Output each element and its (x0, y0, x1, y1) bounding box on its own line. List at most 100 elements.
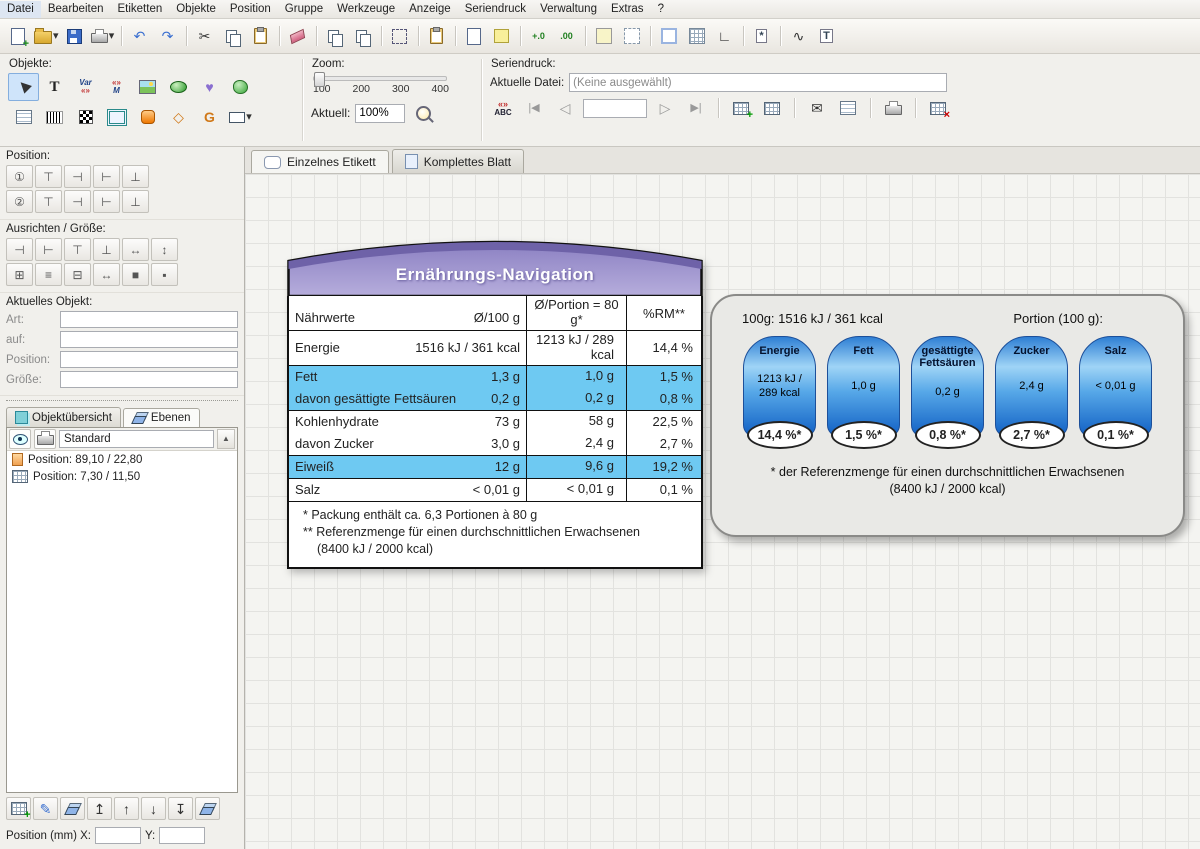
barcode-tool-button[interactable] (39, 103, 70, 131)
merge-edit-button[interactable] (835, 95, 861, 121)
grid-toggle-button[interactable] (684, 23, 710, 49)
variable-insert-button[interactable]: * (749, 23, 775, 49)
layers-scroll-up-button[interactable]: ▲ (217, 429, 235, 449)
variable-text-tool-button[interactable]: Var«» (70, 73, 101, 101)
align-top-button[interactable]: ⊤ (64, 238, 91, 261)
copy-button[interactable] (220, 23, 246, 49)
menu-anzeige[interactable]: Anzeige (402, 1, 458, 18)
record-number-input[interactable] (583, 99, 647, 118)
position-align-button[interactable]: ⊥ (122, 165, 149, 188)
distribute-h-button[interactable]: ↔ (93, 263, 120, 286)
form-tool-button[interactable] (8, 103, 39, 131)
align-center-v-button[interactable]: ↕ (151, 238, 178, 261)
auf-input[interactable] (60, 331, 238, 348)
tab-einzelnes-etikett[interactable]: Einzelnes Etikett (251, 150, 389, 173)
object-position-input[interactable] (60, 351, 238, 368)
first-record-button[interactable]: |◀ (521, 95, 547, 121)
position-x-input[interactable] (95, 827, 141, 844)
position-mode2-button[interactable]: ② (6, 190, 33, 213)
same-size-button[interactable]: ⊞ (6, 263, 33, 286)
menu-objekte[interactable]: Objekte (169, 1, 223, 18)
image-tool-button[interactable] (132, 73, 163, 101)
undo-button[interactable]: ↶ (127, 23, 153, 49)
menu-werkzeuge[interactable]: Werkzeuge (330, 1, 402, 18)
current-file-input[interactable] (569, 73, 947, 92)
heart-tool-button[interactable]: ♥ (194, 73, 225, 101)
art-input[interactable] (60, 311, 238, 328)
position-y-input[interactable] (159, 827, 205, 844)
tab-komplettes-blatt[interactable]: Komplettes Blatt (392, 149, 524, 173)
align-left-button[interactable]: ⊣ (6, 238, 33, 261)
design-canvas[interactable]: Ernährungs-Navigation Nährwerte Ø/100 g … (245, 174, 1200, 849)
same-height-button[interactable]: ≡ (35, 263, 62, 286)
tab-ebenen[interactable]: Ebenen (123, 408, 200, 427)
open-button[interactable]: ▾ (33, 23, 60, 49)
position-mode1-button[interactable]: ① (6, 165, 33, 188)
tab-objektubersicht[interactable]: Objektübersicht (6, 407, 121, 427)
polyline-button[interactable]: ∿ (786, 23, 812, 49)
edit-layer-button[interactable]: ✎ (33, 797, 58, 820)
datasource-table-button[interactable] (759, 95, 785, 121)
edit-document-button[interactable] (461, 23, 487, 49)
layer-properties-button[interactable] (60, 797, 85, 820)
duplicate-button[interactable] (322, 23, 348, 49)
menu-help[interactable]: ? (651, 1, 671, 18)
redo-button[interactable]: ↷ (155, 23, 181, 49)
menu-bearbeiten[interactable]: Bearbeiten (41, 1, 111, 18)
layer-print-button[interactable] (34, 429, 56, 449)
send-to-back-button[interactable]: ↧ (168, 797, 193, 820)
object-size-input[interactable] (60, 371, 238, 388)
nutrition-label-object[interactable]: Ernährungs-Navigation Nährwerte Ø/100 g … (287, 238, 703, 569)
menu-seriendruck[interactable]: Seriendruck (458, 1, 533, 18)
ruler-button[interactable]: ∟ (712, 23, 738, 49)
rectangle-tool-button[interactable]: ▾ (225, 103, 256, 131)
frame-tool-button[interactable] (101, 103, 132, 131)
add-datasource-button[interactable] (728, 95, 754, 121)
position-align-button[interactable]: ⊢ (93, 190, 120, 213)
bring-to-front-button[interactable]: ↥ (87, 797, 112, 820)
last-record-button[interactable]: ▶| (683, 95, 709, 121)
background-layer-button[interactable] (195, 797, 220, 820)
variable-m-tool-button[interactable]: «»M (101, 73, 132, 101)
size-to-object-button[interactable]: ▪ (151, 263, 178, 286)
position-align-button[interactable]: ⊥ (122, 190, 149, 213)
position-align-button[interactable]: ⊤ (35, 190, 62, 213)
ellipse-tool-button[interactable] (163, 73, 194, 101)
add-layer-button[interactable] (6, 797, 31, 820)
layer-select-combo[interactable]: Standard (59, 430, 214, 448)
menu-extras[interactable]: Extras (604, 1, 651, 18)
text-tool-button[interactable]: T (39, 73, 70, 101)
notes-button[interactable] (489, 23, 515, 49)
matrixcode-tool-button[interactable] (70, 103, 101, 131)
freeform-tool-button[interactable] (225, 73, 256, 101)
zoom-slider-thumb[interactable] (314, 72, 325, 87)
same-width-button[interactable]: ⊟ (64, 263, 91, 286)
text-frame-button[interactable]: T (814, 23, 840, 49)
layer-visibility-button[interactable] (9, 429, 31, 449)
copy-multiple-button[interactable] (350, 23, 376, 49)
align-bottom-button[interactable]: ⊥ (93, 238, 120, 261)
menu-etiketten[interactable]: Etiketten (110, 1, 169, 18)
new-document-button[interactable] (5, 23, 31, 49)
mailmerge-fields-button[interactable]: «»ABC (490, 95, 516, 121)
position-align-button[interactable]: ⊣ (64, 190, 91, 213)
erase-button[interactable] (285, 23, 311, 49)
selection-frame-button[interactable] (387, 23, 413, 49)
rounded-rect-tool-button[interactable] (132, 103, 163, 131)
previous-record-button[interactable]: ◁ (552, 95, 578, 121)
align-right-button[interactable]: ⊢ (35, 238, 62, 261)
size-to-grid-button[interactable]: ■ (122, 263, 149, 286)
merge-print-button[interactable] (880, 95, 906, 121)
diamond-tool-button[interactable]: ◇ (163, 103, 194, 131)
cut-button[interactable]: ✂ (192, 23, 218, 49)
decimal-add-button[interactable]: +.0 (526, 23, 552, 49)
move-up-button[interactable]: ↑ (114, 797, 139, 820)
zoom-fit-button[interactable] (410, 100, 436, 126)
next-record-button[interactable]: ▷ (652, 95, 678, 121)
position-align-button[interactable]: ⊣ (64, 165, 91, 188)
position-align-button[interactable]: ⊤ (35, 165, 62, 188)
select-tool-button[interactable]: ▶ (8, 73, 39, 101)
menu-gruppe[interactable]: Gruppe (278, 1, 330, 18)
layer-object-item[interactable]: Position: 89,10 / 22,80 (7, 451, 237, 468)
menu-datei[interactable]: Datei (0, 1, 41, 18)
